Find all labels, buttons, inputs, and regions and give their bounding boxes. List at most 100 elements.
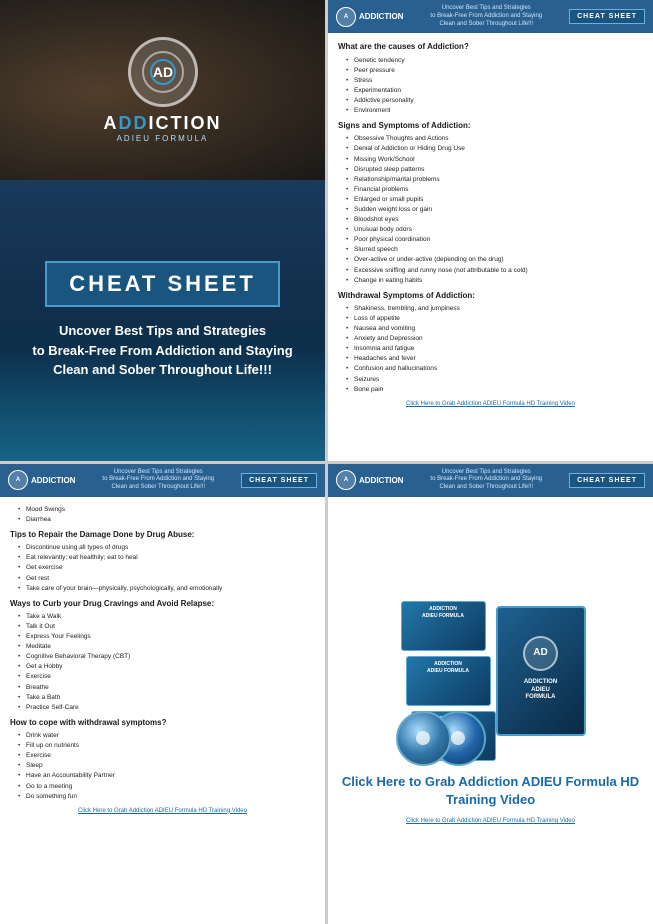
list-item: Exercise	[18, 751, 315, 760]
list-item: Nausea and vomiting	[346, 324, 643, 333]
svg-text:AD: AD	[152, 64, 172, 80]
tagline: Uncover Best Tips and Strategies to Brea…	[32, 321, 292, 380]
list-item: Breathe	[18, 683, 315, 692]
list-item: Insomnia and fatigue	[346, 344, 643, 353]
logo-icon: AD	[138, 47, 188, 97]
section-causes-title: What are the causes of Addiction?	[338, 41, 643, 52]
list-item: Financial problems	[346, 185, 643, 194]
logo-icon-small-3: A	[8, 470, 28, 490]
section-signs-title: Signs and Symptoms of Addiction:	[338, 120, 643, 131]
list-item: Unusual body odors	[346, 225, 643, 234]
click-link-3[interactable]: Click Here to Grab Addiction ADIEU Formu…	[10, 807, 315, 815]
section-cope-title: How to cope with withdrawal symptoms?	[10, 717, 315, 728]
cheat-badge-small-4: CHEAT SHEET	[569, 473, 645, 488]
click-link-2[interactable]: Click Here to Grab Addiction ADIEU Formu…	[338, 400, 643, 408]
list-item: Disrupted sleep patterns	[346, 165, 643, 174]
section-curb-title: Ways to Curb your Drug Cravings and Avoi…	[10, 598, 315, 609]
list-item: Have an Accountability Partner	[18, 771, 315, 780]
list-item: Sudden weight loss or gain	[346, 205, 643, 214]
list-item: Obsessive Thoughts and Actions	[346, 134, 643, 143]
list-item: Discontinue using all types of drugs	[18, 543, 315, 552]
list-item: Exercise	[18, 672, 315, 681]
dvd-hole-1	[416, 731, 430, 745]
list-item: Express Your Feelings	[18, 632, 315, 641]
dvd-hole-2	[451, 731, 465, 745]
brand-name: ADDICTION ADIEU FORMULA	[104, 113, 222, 143]
withdrawal-list: Shakiness, trembling, and jumpinessLoss …	[338, 304, 643, 394]
logo-small-4: A ADDICTION	[336, 470, 403, 490]
header-tagline-text-4: Uncover Best Tips and Strategiesto Break…	[430, 469, 542, 491]
list-item: Shakiness, trembling, and jumpiness	[346, 304, 643, 313]
panel-header: A ADDICTION Uncover Best Tips and Strate…	[328, 0, 653, 33]
list-item: Environment	[346, 106, 643, 115]
cheat-badge-small-3: CHEAT SHEET	[241, 473, 317, 488]
list-item: Relationship/marital problems	[346, 175, 643, 184]
cheat-sheet-badge: CHEAT SHEET	[45, 261, 280, 307]
list-item: Diarrhea	[18, 515, 315, 524]
click-link-4[interactable]: Click Here to Grab Addiction ADIEU Formu…	[406, 817, 575, 825]
list-item: Slurred speech	[346, 245, 643, 254]
list-item: Meditate	[18, 642, 315, 651]
list-item: Genetic tendency	[346, 56, 643, 65]
logo-text-small: ADDICTION	[359, 12, 403, 21]
product-stack: ADDICTIONADIEU FORMULA ADDICTIONADIEU FO…	[391, 596, 591, 761]
list-item: Stress	[346, 76, 643, 85]
list-item: Sleep	[18, 761, 315, 770]
list-item: Take a Walk	[18, 612, 315, 621]
tagline-line1: Uncover Best Tips and Strategies	[32, 321, 292, 341]
curb-list: Take a WalkTalk it OutExpress Your Feeli…	[10, 612, 315, 712]
logo-small: A ADDICTION	[336, 7, 403, 27]
list-item: Go to a meeting	[18, 782, 315, 791]
panel-top-right: A ADDICTION Uncover Best Tips and Strate…	[328, 0, 653, 461]
cope-list: Drink waterFill up on nutrientsExerciseS…	[10, 731, 315, 801]
list-item: Addictive personality	[346, 96, 643, 105]
panel-3-header: A ADDICTION Uncover Best Tips and Strate…	[0, 464, 325, 497]
list-item: Seizures	[346, 375, 643, 384]
product-box-back-1: ADDICTIONADIEU FORMULA	[401, 601, 486, 651]
main-box-logo-text: AD	[533, 646, 547, 660]
cta-text[interactable]: Click Here to Grab Addiction ADIEU Formu…	[338, 773, 643, 809]
header-tagline-4: Uncover Best Tips and Strategiesto Break…	[409, 469, 563, 492]
panel-2-content: What are the causes of Addiction? Geneti…	[328, 33, 653, 460]
list-item: Drink water	[18, 731, 315, 740]
logo-small-3: A ADDICTION	[8, 470, 75, 490]
header-tagline: Uncover Best Tips and Strategiesto Break…	[409, 5, 563, 28]
panel-bottom-right: A ADDICTION Uncover Best Tips and Strate…	[328, 464, 653, 924]
list-item: Loss of appetite	[346, 314, 643, 323]
header-tagline-text-3: Uncover Best Tips and Strategiesto Break…	[102, 469, 214, 491]
panel-4-header: A ADDICTION Uncover Best Tips and Strate…	[328, 464, 653, 497]
list-item: Bone pain	[346, 385, 643, 394]
cheat-sheet-text: CHEAT SHEET	[69, 271, 256, 296]
list-item: Missing Work/School	[346, 155, 643, 164]
list-item: Poor physical coordination	[346, 235, 643, 244]
list-item: Bloodshot eyes	[346, 215, 643, 224]
main-box-label: ADDICTIONADIEUFORMULA	[521, 676, 560, 705]
panel-top-left: AD ADDICTION ADIEU FORMULA CHEAT SHEET U…	[0, 0, 325, 461]
list-item: Take a Bath	[18, 693, 315, 702]
main-box-logo: AD	[523, 636, 558, 671]
list-item: Eat relevantly; eat healthily; eat to he…	[18, 553, 315, 562]
section-repair-title: Tips to Repair the Damage Done by Drug A…	[10, 529, 315, 540]
logo-icon-small: A	[336, 7, 356, 27]
header-tagline-text: Uncover Best Tips and Strategiesto Break…	[430, 5, 542, 27]
intro-list: Mood SwingsDiarrhea	[10, 505, 315, 524]
tagline-line2: to Break-Free From Addiction and Staying	[32, 341, 292, 361]
logo-text-small-4: ADDICTION	[359, 476, 403, 485]
panel-3-content: Mood SwingsDiarrhea Tips to Repair the D…	[0, 497, 325, 924]
panel-4-content: ADDICTIONADIEU FORMULA ADDICTIONADIEU FO…	[328, 497, 653, 924]
list-item: Get a Hobby	[18, 662, 315, 671]
list-item: Over-active or under-active (depending o…	[346, 255, 643, 264]
list-item: Practice Self-Care	[18, 703, 315, 712]
cheat-badge-small: CHEAT SHEET	[569, 9, 645, 24]
signs-list: Obsessive Thoughts and ActionsDenial of …	[338, 134, 643, 284]
list-item: Peer pressure	[346, 66, 643, 75]
logo-area: AD ADDICTION ADIEU FORMULA	[104, 37, 222, 143]
logo-text-small-3: ADDICTION	[31, 476, 75, 485]
causes-list: Genetic tendencyPeer pressureStressExper…	[338, 56, 643, 116]
list-item: Denial of Addiction or Hiding Drug Use	[346, 144, 643, 153]
hero-image: AD ADDICTION ADIEU FORMULA	[0, 0, 325, 180]
dvd-disc-1	[396, 711, 451, 766]
tagline-line3: Clean and Sober Throughout Life!!!	[32, 360, 292, 380]
list-item: Fill up on nutrients	[18, 741, 315, 750]
list-item: Take care of your brain—physically, psyc…	[18, 584, 315, 593]
